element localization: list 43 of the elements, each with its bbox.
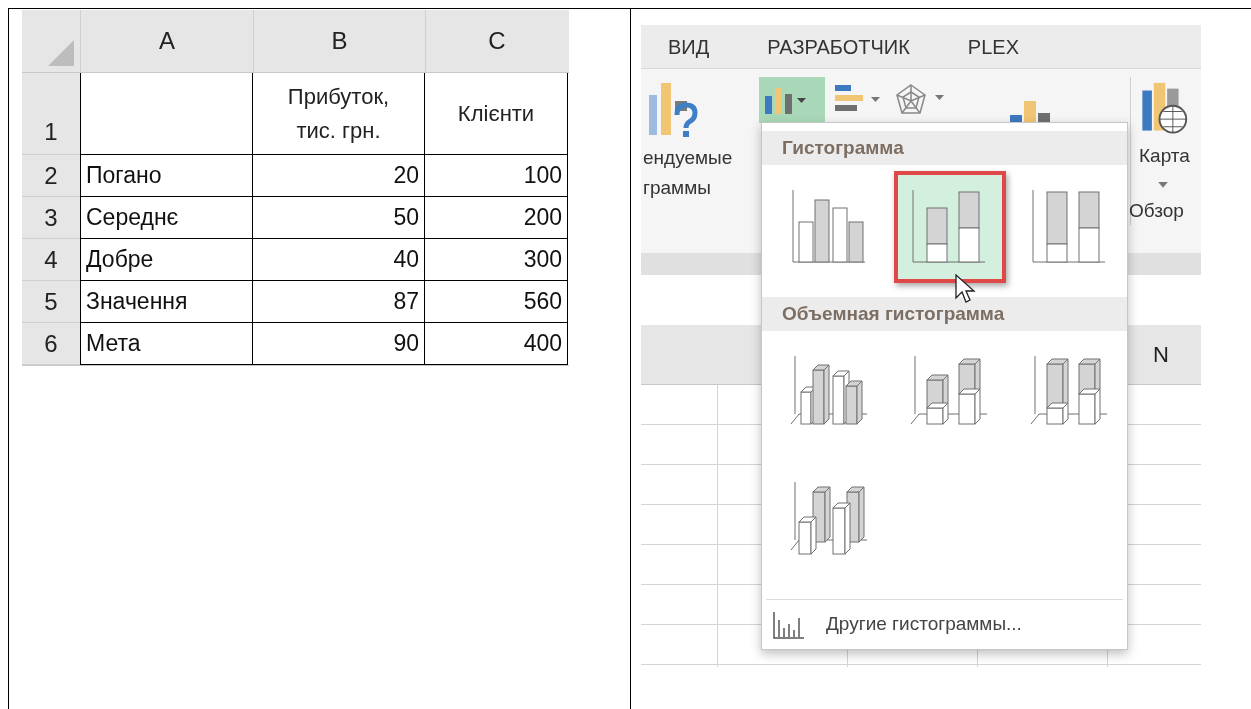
ribbon-button-label[interactable]: Карта xyxy=(1139,142,1201,171)
row-header[interactable]: 3 xyxy=(22,197,80,239)
menu-section-title: Гистограмма xyxy=(782,135,904,160)
table-cell-text: 50 xyxy=(393,203,419,233)
row-header[interactable]: 6 xyxy=(22,323,80,365)
column-chart-button[interactable] xyxy=(759,77,825,123)
table-cell-text: 100 xyxy=(523,161,562,191)
table-cell-text: 87 xyxy=(393,287,419,317)
caret-icon[interactable] xyxy=(1157,180,1169,189)
table-cell-text: Мета xyxy=(86,329,141,359)
table-cell-text: 20 xyxy=(393,161,419,191)
ribbon-group-label: Обзор xyxy=(1129,198,1185,223)
table-cell-text: Добре xyxy=(86,245,154,275)
row-header[interactable]: 2 xyxy=(22,155,80,197)
column-header[interactable]: B xyxy=(253,10,425,72)
table-cell-text: 560 xyxy=(523,287,562,317)
table-cell-text: Клієнти xyxy=(457,100,535,128)
column-header[interactable]: A xyxy=(80,10,253,72)
row-header[interactable]: 5 xyxy=(22,281,80,323)
menu-section-title: Объемная гистограмма xyxy=(782,301,1005,326)
table-cell-text: Погано xyxy=(86,161,162,191)
ribbon-tab[interactable]: ВИД xyxy=(668,31,710,62)
table-cell-text: Прибуток, тис. грн. xyxy=(286,82,391,145)
column-chart-icon xyxy=(765,86,809,114)
table-cell-text: Значення xyxy=(86,287,188,317)
table-cell-text: 400 xyxy=(523,329,562,359)
ribbon-button-label[interactable]: ендуемые xyxy=(643,143,759,173)
row-header[interactable]: 4 xyxy=(22,239,80,281)
column-header[interactable]: N xyxy=(1153,338,1169,371)
row-header[interactable]: 1 xyxy=(22,73,80,155)
menu-item[interactable]: Другие гистограммы... xyxy=(826,610,1022,639)
mouse-cursor-icon xyxy=(955,274,977,304)
ribbon-tab[interactable]: РАЗРАБОТЧИК xyxy=(767,31,910,62)
table-cell-text: 90 xyxy=(393,329,419,359)
column-header[interactable]: C xyxy=(425,10,568,72)
table-cell-text: 40 xyxy=(393,245,419,275)
table-cell-text: Середнє xyxy=(86,203,179,233)
table-cell-text: 200 xyxy=(523,203,562,233)
column-chart-icon xyxy=(772,609,806,640)
ribbon-button-label[interactable]: граммы xyxy=(643,173,759,203)
chart-type-option[interactable] xyxy=(894,171,1006,283)
table-cell-text: 300 xyxy=(523,245,562,275)
ribbon-tab[interactable]: PLEX xyxy=(967,31,1019,62)
